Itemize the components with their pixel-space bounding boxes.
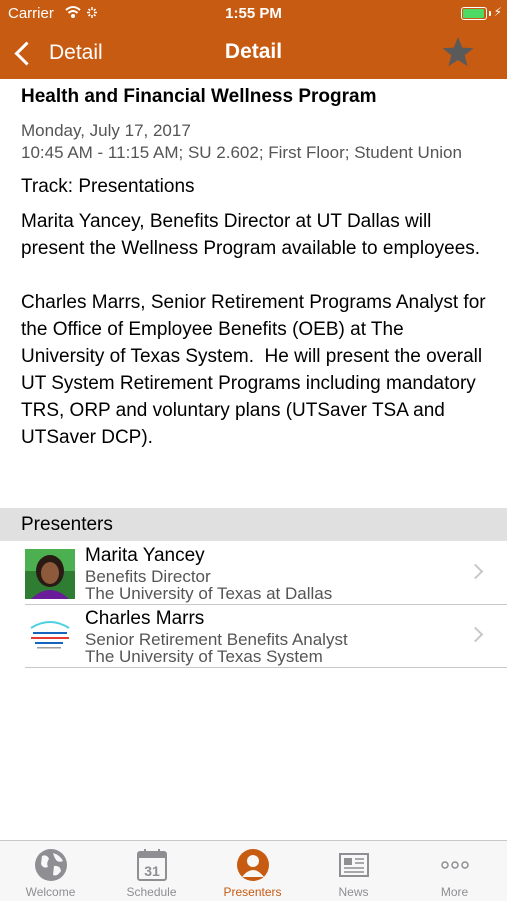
presenter-org: The University of Texas System xyxy=(85,647,323,666)
navigation-bar: Detail Detail xyxy=(0,28,507,79)
back-button[interactable]: Detail xyxy=(12,36,103,70)
tab-label: News xyxy=(338,885,369,899)
presenter-row[interactable]: Marita Yancey Benefits Director The Univ… xyxy=(25,542,507,605)
charging-icon: ⚡ xyxy=(493,5,502,19)
avatar xyxy=(25,612,75,662)
tab-schedule[interactable]: 31 Schedule xyxy=(101,841,202,901)
header-bar: Carrier 1:55 PM ⚡ Detail Detail xyxy=(0,0,507,79)
calendar-icon: 31 xyxy=(136,849,167,881)
tab-bar: Welcome 31 Schedule Presenters News More xyxy=(0,840,507,901)
status-bar: Carrier 1:55 PM ⚡ xyxy=(0,0,507,28)
tab-label: Welcome xyxy=(25,885,76,899)
chevron-right-icon xyxy=(467,563,484,580)
event-title: Health and Financial Wellness Program xyxy=(21,86,377,107)
tab-more[interactable]: More xyxy=(404,841,505,901)
tab-news[interactable]: News xyxy=(303,841,404,901)
calendar-day: 31 xyxy=(144,863,160,879)
event-track: Track: Presentations xyxy=(21,176,195,197)
presenter-org: The University of Texas at Dallas xyxy=(85,584,333,603)
globe-icon xyxy=(34,849,67,881)
tab-label: Schedule xyxy=(126,885,177,899)
event-date: Monday, July 17, 2017 xyxy=(21,121,191,140)
presenters-section-header: Presenters xyxy=(0,508,507,541)
star-icon[interactable] xyxy=(442,36,474,68)
presenters-header-label: Presenters xyxy=(21,514,113,535)
event-detail: Health and Financial Wellness Program Mo… xyxy=(21,86,491,451)
chevron-left-icon xyxy=(14,40,39,66)
presenter-row[interactable]: Charles Marrs Senior Retirement Benefits… xyxy=(25,605,507,668)
back-button-label: Detail xyxy=(49,41,103,64)
battery-tip xyxy=(489,11,491,16)
newspaper-icon xyxy=(338,853,369,877)
person-icon xyxy=(236,849,269,881)
battery-icon xyxy=(461,7,487,20)
event-description: Marita Yancey, Benefits Director at UT D… xyxy=(21,211,486,448)
tab-label: Presenters xyxy=(223,885,282,899)
tab-label: More xyxy=(440,885,469,899)
chevron-right-icon xyxy=(467,626,484,643)
event-time-location: 10:45 AM - 11:15 AM; SU 2.602; First Flo… xyxy=(21,143,462,162)
avatar xyxy=(25,549,75,599)
tab-presenters[interactable]: Presenters xyxy=(202,841,303,901)
tab-welcome[interactable]: Welcome xyxy=(0,841,101,901)
presenter-name: Marita Yancey xyxy=(85,545,205,566)
presenter-name: Charles Marrs xyxy=(85,608,205,629)
more-icon xyxy=(440,861,469,869)
status-time: 1:55 PM xyxy=(225,5,282,22)
